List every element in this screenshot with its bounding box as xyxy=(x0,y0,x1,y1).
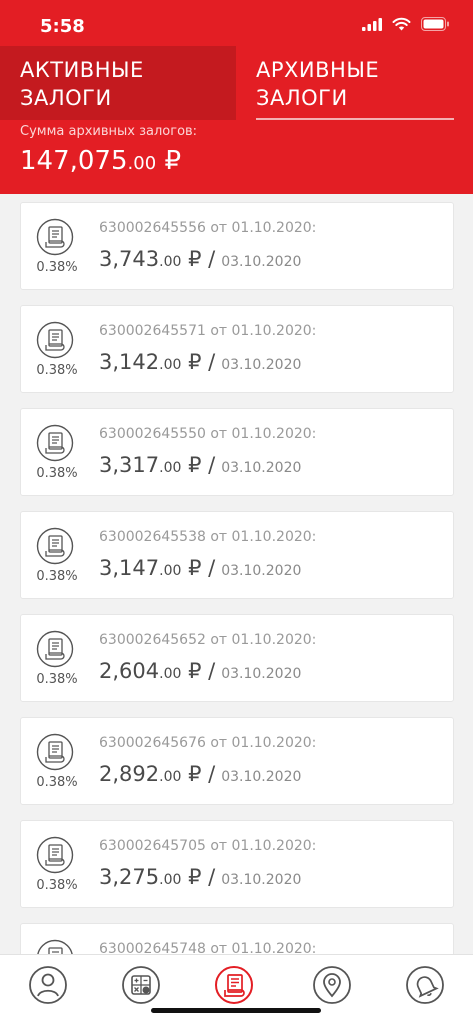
loan-date: 03.10.2020 xyxy=(221,563,302,579)
loan-title: 630002645550 от 01.10.2020: xyxy=(99,426,317,442)
loan-title: 630002645556 от 01.10.2020: xyxy=(99,220,317,236)
loan-amount: 3,147.00 ₽ /03.10.2020 xyxy=(99,556,302,580)
location-icon[interactable] xyxy=(312,965,352,1005)
wifi-icon xyxy=(392,17,411,31)
loan-card[interactable]: 0.38% 630002645550 от 01.10.2020: 3,317.… xyxy=(20,408,454,496)
loan-amount: 3,743.00 ₽ /03.10.2020 xyxy=(99,247,302,271)
loan-date: 03.10.2020 xyxy=(221,460,302,476)
signal-icon xyxy=(362,17,382,31)
loan-rate: 0.38% xyxy=(36,466,78,481)
loan-rate: 0.38% xyxy=(36,878,78,893)
loan-amount: 3,317.00 ₽ /03.10.2020 xyxy=(99,453,302,477)
loan-list[interactable]: 0.38% 630002645556 от 01.10.2020: 3,743.… xyxy=(0,194,473,954)
loan-amount-int: 3,142 xyxy=(99,350,160,374)
sum-currency: ₽ xyxy=(164,146,181,176)
loan-amount-cents: .00 xyxy=(159,769,182,785)
loan-amount-cents: .00 xyxy=(159,460,182,476)
loan-amount: 2,892.00 ₽ /03.10.2020 xyxy=(99,762,302,786)
loan-date: 03.10.2020 xyxy=(221,666,302,682)
sum-value-int: 147,075 xyxy=(20,146,128,176)
loan-card[interactable]: 0.38% 630002645705 от 01.10.2020: 3,275.… xyxy=(20,820,454,908)
app-header: 5:58 АКТИВНЫЕ ЗАЛОГИ АРХИВНЫЕ ЗАЛОГИ Сум… xyxy=(0,0,473,194)
loan-card[interactable]: 0.38% 630002645652 от 01.10.2020: 2,604.… xyxy=(20,614,454,702)
home-indicator xyxy=(151,1008,321,1013)
pawn-ticket-icon xyxy=(36,527,74,565)
tab-active-loans[interactable]: АКТИВНЫЕ ЗАЛОГИ xyxy=(0,46,236,120)
loan-currency: ₽ xyxy=(188,453,202,477)
loan-rate: 0.38% xyxy=(36,775,78,790)
loan-rate: 0.38% xyxy=(36,363,78,378)
loan-card[interactable]: 0.38% 630002645676 от 01.10.2020: 2,892.… xyxy=(20,717,454,805)
calculator-icon[interactable] xyxy=(121,965,161,1005)
loan-date: 03.10.2020 xyxy=(221,254,302,270)
status-icons xyxy=(362,17,449,31)
loan-amount-int: 3,147 xyxy=(99,556,160,580)
loan-title: 630002645705 от 01.10.2020: xyxy=(99,838,317,854)
loan-title: 630002645571 от 01.10.2020: xyxy=(99,323,317,339)
loan-currency: ₽ xyxy=(188,762,202,786)
loan-amount-cents: .00 xyxy=(159,872,182,888)
loan-currency: ₽ xyxy=(188,556,202,580)
sum-label: Сумма архивных залогов: xyxy=(20,124,198,139)
loan-card[interactable]: 0.38% 630002645571 от 01.10.2020: 3,142.… xyxy=(20,305,454,393)
tab-archived-loans[interactable]: АРХИВНЫЕ ЗАЛОГИ xyxy=(236,46,472,120)
loan-currency: ₽ xyxy=(188,350,202,374)
loan-amount-int: 3,275 xyxy=(99,865,160,889)
loan-title: 630002645748 от 01.10.2020: xyxy=(99,941,317,954)
loan-currency: ₽ xyxy=(188,865,202,889)
loans-icon[interactable] xyxy=(214,965,254,1005)
loan-amount: 3,275.00 ₽ /03.10.2020 xyxy=(99,865,302,889)
loan-rate: 0.38% xyxy=(36,260,78,275)
loan-card[interactable]: 630002645748 от 01.10.2020: xyxy=(20,923,454,954)
loan-amount-cents: .00 xyxy=(159,254,182,270)
bell-icon[interactable] xyxy=(405,965,445,1005)
pawn-ticket-icon xyxy=(36,733,74,771)
pawn-ticket-icon xyxy=(37,939,73,954)
sum-value: 147,075.00 ₽ xyxy=(20,146,181,176)
loan-amount-cents: .00 xyxy=(159,666,182,682)
pawn-ticket-icon xyxy=(36,321,74,359)
loan-amount-int: 3,317 xyxy=(99,453,160,477)
loan-amount: 3,142.00 ₽ /03.10.2020 xyxy=(99,350,302,374)
loan-amount-int: 2,604 xyxy=(99,659,160,683)
loan-card[interactable]: 0.38% 630002645556 от 01.10.2020: 3,743.… xyxy=(20,202,454,290)
loan-date: 03.10.2020 xyxy=(221,357,302,373)
loan-currency: ₽ xyxy=(188,659,202,683)
loan-amount-int: 3,743 xyxy=(99,247,160,271)
sum-value-cents: .00 xyxy=(127,153,157,174)
loan-date: 03.10.2020 xyxy=(221,872,302,888)
pawn-ticket-icon xyxy=(36,218,74,256)
loan-rate: 0.38% xyxy=(36,672,78,687)
loan-tabs: АКТИВНЫЕ ЗАЛОГИ АРХИВНЫЕ ЗАЛОГИ xyxy=(0,46,473,122)
status-bar: 5:58 xyxy=(0,0,473,48)
loan-amount-cents: .00 xyxy=(159,563,182,579)
loan-rate: 0.38% xyxy=(36,569,78,584)
loan-title: 630002645676 от 01.10.2020: xyxy=(99,735,317,751)
battery-icon xyxy=(421,17,449,31)
pawn-ticket-icon xyxy=(36,630,74,668)
loan-currency: ₽ xyxy=(188,247,202,271)
profile-icon[interactable] xyxy=(28,965,68,1005)
loan-title: 630002645538 от 01.10.2020: xyxy=(99,529,317,545)
bottom-nav xyxy=(0,954,473,1024)
pawn-ticket-icon xyxy=(36,424,74,462)
loan-title: 630002645652 от 01.10.2020: xyxy=(99,632,317,648)
loan-amount-int: 2,892 xyxy=(99,762,160,786)
pawn-ticket-icon xyxy=(36,836,74,874)
loan-amount: 2,604.00 ₽ /03.10.2020 xyxy=(99,659,302,683)
status-time: 5:58 xyxy=(40,16,85,37)
loan-date: 03.10.2020 xyxy=(221,769,302,785)
loan-card[interactable]: 0.38% 630002645538 от 01.10.2020: 3,147.… xyxy=(20,511,454,599)
loan-amount-cents: .00 xyxy=(159,357,182,373)
